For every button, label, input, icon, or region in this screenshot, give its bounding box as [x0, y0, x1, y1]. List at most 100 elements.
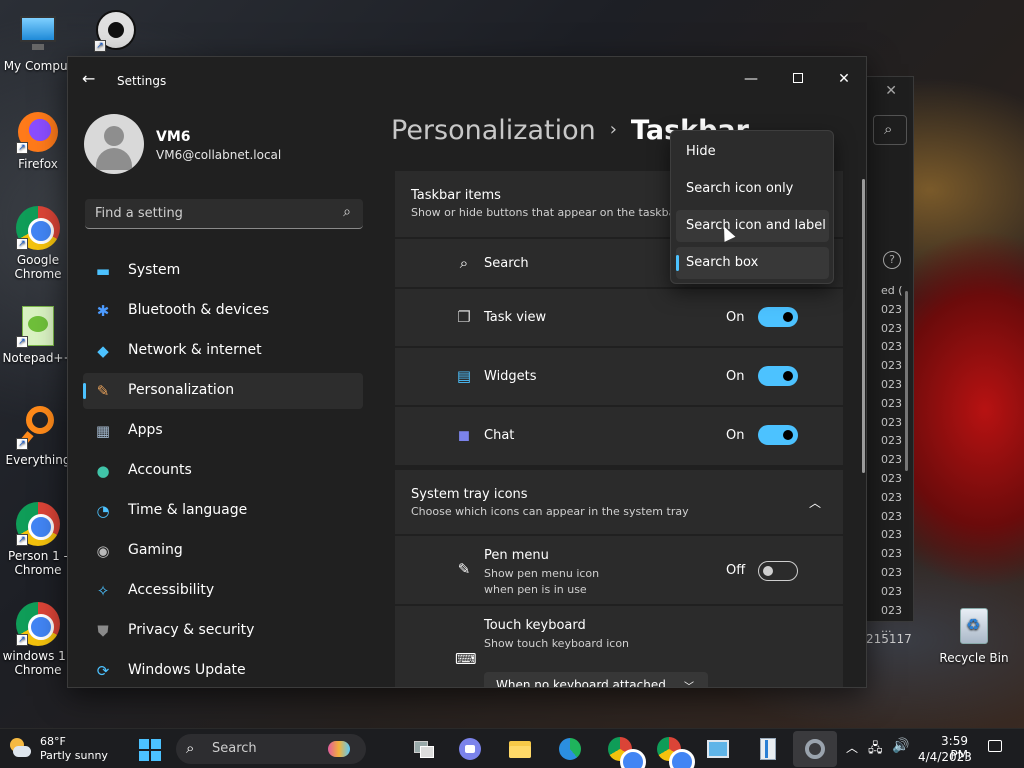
- window-title: Settings: [117, 74, 167, 88]
- touch-keyboard-dropdown[interactable]: When no keyboard attached ﹀: [484, 672, 708, 688]
- shortcut-arrow-icon: ↗: [94, 40, 106, 52]
- menu-item-search-box[interactable]: Search box: [676, 247, 829, 279]
- nav-item-accounts[interactable]: ● Accounts: [83, 453, 363, 489]
- maximize-button[interactable]: [775, 65, 821, 95]
- chevron-down-icon: ﹀: [684, 682, 694, 688]
- content-scrollbar[interactable]: [862, 179, 865, 473]
- nav-label: Bluetooth & devices: [128, 302, 270, 318]
- nav-item-windows-update[interactable]: ⟳ Windows Update: [83, 653, 363, 687]
- nav-item-privacy[interactable]: ⛊ Privacy & security: [83, 613, 363, 649]
- back-arrow-icon[interactable]: ←: [82, 69, 95, 88]
- start-button[interactable]: [137, 737, 161, 761]
- nav-item-system[interactable]: ▬ System: [83, 253, 363, 289]
- task-view-toggle[interactable]: [758, 307, 798, 327]
- toggle-state: On: [726, 428, 745, 443]
- close-button[interactable]: ✕: [821, 65, 866, 95]
- menu-item-hide[interactable]: Hide: [676, 136, 829, 168]
- computer-icon: [16, 12, 60, 56]
- row-label: Touch keyboard: [484, 618, 586, 633]
- nav-item-time-language[interactable]: ◔ Time & language: [83, 493, 363, 529]
- chrome-icon: ↗: [16, 602, 60, 646]
- notepad-icon[interactable]: [756, 737, 780, 761]
- pen-menu-toggle[interactable]: [758, 561, 798, 581]
- section-title: Taskbar items: [411, 188, 501, 203]
- system-tray-header[interactable]: System tray icons Choose which icons can…: [395, 470, 843, 534]
- desktop-icon-recycle-bin[interactable]: ♻ Recycle Bin: [936, 604, 1012, 665]
- network-icon[interactable]: 🖧: [868, 739, 883, 761]
- help-icon[interactable]: ?: [883, 251, 901, 269]
- firefox-icon: ↗: [16, 110, 60, 154]
- close-icon[interactable]: ✕: [885, 83, 897, 99]
- taskbar-row-widgets[interactable]: ▤ Widgets On: [395, 348, 843, 405]
- volume-icon[interactable]: 🔊: [892, 738, 909, 754]
- bluetooth-icon: ✱: [96, 302, 110, 320]
- dropdown-value: When no keyboard attached: [496, 678, 666, 688]
- notepadpp-icon: ↗: [16, 304, 60, 348]
- desktop-icon-my-computer[interactable]: My Comput: [0, 12, 76, 73]
- row-sub: Show touch keyboard icon: [484, 637, 630, 650]
- chat-toggle[interactable]: [758, 425, 798, 445]
- desktop-icon-google-chrome[interactable]: ↗ Google Chrome: [0, 206, 76, 281]
- taskbar-row-task-view[interactable]: ❐ Task view On: [395, 289, 843, 346]
- scrollbar[interactable]: [905, 291, 908, 471]
- task-view-icon[interactable]: [412, 737, 436, 761]
- desktop-icon-everything[interactable]: ↗ Everything: [0, 406, 76, 467]
- chrome-icon[interactable]: [608, 737, 646, 768]
- gamepad-icon: ◉: [96, 542, 110, 560]
- nav-item-bluetooth[interactable]: ✱ Bluetooth & devices: [83, 293, 363, 329]
- find-setting-input[interactable]: [85, 199, 325, 227]
- breadcrumb-parent[interactable]: Personalization: [391, 115, 596, 146]
- desktop-icon-firefox[interactable]: ↗ Firefox: [0, 110, 76, 171]
- tray-row-pen-menu[interactable]: ✎ Pen menu Show pen menu icon when pen i…: [395, 536, 843, 604]
- tray-row-touch-keyboard[interactable]: ⌨ Touch keyboard Show touch keyboard ico…: [395, 606, 843, 688]
- chrome-icon[interactable]: [657, 737, 695, 768]
- section-title: System tray icons: [411, 487, 528, 502]
- nav-label: Apps: [128, 422, 163, 438]
- nav-item-accessibility[interactable]: ✧ Accessibility: [83, 573, 363, 609]
- apps-icon: ▦: [95, 422, 111, 440]
- taskbar-search[interactable]: ⌕ Search: [176, 734, 366, 764]
- task-view-icon: ❐: [457, 308, 471, 326]
- search-highlight-icon: [328, 741, 350, 757]
- background-window[interactable]: ✕ ? ed ( 023 023 023 023 023 023 023 023…: [866, 76, 914, 635]
- section-subtitle: Show or hide buttons that appear on the …: [411, 206, 680, 219]
- shortcut-arrow-icon: ↗: [16, 336, 28, 348]
- menu-item-search-icon-and-label[interactable]: Search icon and label: [676, 210, 829, 242]
- minimize-button[interactable]: —: [728, 65, 774, 95]
- section-subtitle: Choose which icons can appear in the sys…: [411, 505, 689, 518]
- control-panel-icon[interactable]: [706, 737, 730, 761]
- taskbar: 68°F Partly sunny ⌕ Search ︿ 🖧 🔊 3:59 PM…: [0, 728, 1024, 768]
- taskbar-search-label: Search: [212, 741, 257, 756]
- file-explorer-icon[interactable]: [508, 737, 532, 761]
- desktop-icon-notepadpp[interactable]: ↗ Notepad++: [0, 304, 76, 365]
- desktop-icon-windows11-chrome[interactable]: ↗ windows 11 Chrome: [0, 602, 76, 677]
- desktop-icon-person1-chrome[interactable]: ↗ Person 1 - Chrome: [0, 502, 76, 577]
- desktop-icon-label: Notepad++: [2, 351, 74, 365]
- settings-taskbar-button[interactable]: [793, 731, 837, 767]
- toggle-state: On: [726, 310, 745, 325]
- partly-sunny-icon: [8, 738, 31, 760]
- row-sub: Show pen menu icon: [484, 567, 600, 580]
- nav-label: Privacy & security: [128, 622, 255, 638]
- desktop-icon-obs[interactable]: ↗: [78, 8, 154, 55]
- chevron-up-icon[interactable]: ︿: [846, 739, 858, 756]
- teams-chat-icon[interactable]: [458, 737, 482, 761]
- menu-item-search-icon-only[interactable]: Search icon only: [676, 173, 829, 205]
- title-bar[interactable]: ← Settings — ✕: [68, 57, 866, 105]
- avatar[interactable]: [84, 114, 144, 174]
- search-icon[interactable]: ⌕: [343, 204, 351, 220]
- search-icon[interactable]: [873, 115, 907, 145]
- nav-item-personalization[interactable]: ✎ Personalization: [83, 373, 363, 409]
- nav-item-apps[interactable]: ▦ Apps: [83, 413, 363, 449]
- chrome-icon: ↗: [16, 502, 60, 546]
- edge-icon[interactable]: [558, 737, 582, 761]
- search-icon: ⌕: [186, 739, 195, 757]
- nav-item-network[interactable]: ◆ Network & internet: [83, 333, 363, 369]
- taskbar-row-chat[interactable]: ◼ Chat On: [395, 407, 843, 465]
- desktop-icon-label: Everything: [5, 453, 71, 467]
- nav-item-gaming[interactable]: ◉ Gaming: [83, 533, 363, 569]
- find-setting-box[interactable]: ⌕: [85, 199, 363, 229]
- notification-icon[interactable]: [988, 740, 1002, 752]
- widgets-toggle[interactable]: [758, 366, 798, 386]
- chevron-up-icon[interactable]: ︿: [809, 494, 821, 511]
